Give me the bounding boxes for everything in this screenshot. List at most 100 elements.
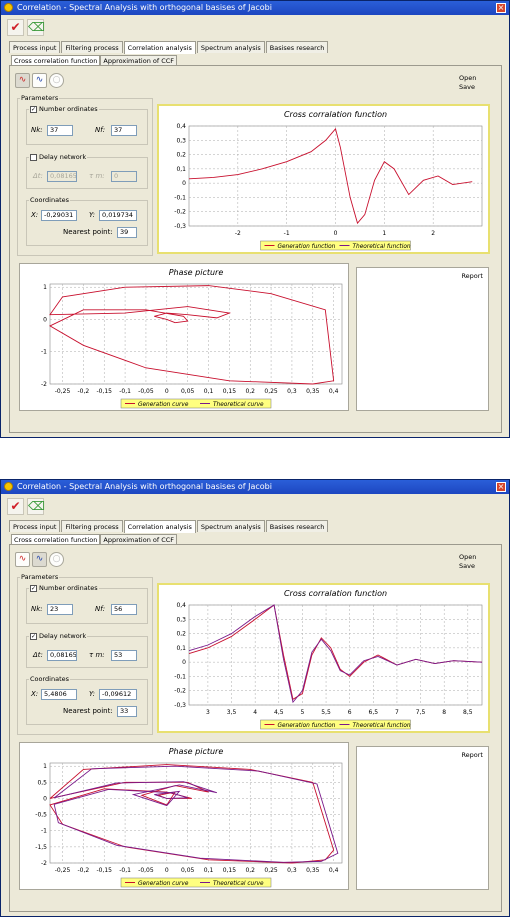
nk-label: Nk: [31,605,43,613]
report-panel: Report [356,746,489,890]
y-field[interactable]: 0,019734 [99,210,137,221]
x-tick-label: -0,25 [55,388,71,395]
parameters-caption: Parameters [20,573,60,581]
open-link[interactable]: Open [459,553,476,561]
theoretical-mode-button[interactable]: ∿ [32,73,47,88]
tab-basises-research[interactable]: Basises research [265,41,329,53]
close-button[interactable]: × [496,3,506,13]
y-tick-label: -1,5 [35,844,47,851]
x-tick-label: 0 [334,230,338,237]
x-field[interactable]: 5,4806 [41,689,77,700]
parameters-group: Parameters ✓ Number ordinates Nk: 23 Nf: … [17,573,153,735]
y-field[interactable]: -0,09612 [99,689,137,700]
plot-frame [188,604,483,706]
title-bar: Correlation - Spectral Analysis with ort… [1,1,509,15]
theoretical-mode-button[interactable]: ∿ [32,552,47,567]
tau-field[interactable]: 53 [111,650,137,661]
close-button[interactable]: × [496,482,506,492]
report-panel: Report [356,267,489,411]
tab-process-input[interactable]: Process input [9,520,61,532]
number-ordinates-label: Number ordinates [39,105,98,113]
report-label: Report [461,751,483,759]
nearest-point-label: Nearest point: [63,228,113,236]
window-title: Correlation - Spectral Analysis with ort… [17,482,272,491]
x-tick-label: 6,5 [369,709,379,716]
x-tick-label: -0,15 [96,867,112,874]
tab-correlation-analysis[interactable]: Correlation analysis [123,520,196,533]
x-field[interactable]: -0,29031 [41,210,77,221]
x-tick-label: 3,5 [227,709,237,716]
x-tick-label: 0,2 [245,388,255,395]
nk-field[interactable]: 23 [47,604,73,615]
save-link[interactable]: Save [459,562,475,570]
correlation-window-2: Correlation - Spectral Analysis with ort… [0,479,510,917]
plot-frame [49,283,343,385]
phase-picture-chart: Phase picture -0,25 -0,2 -0,15 -0,1 -0,05 0 0,0… [35,747,343,888]
tab-spectrum-analysis[interactable]: Spectrum analysis [196,41,265,53]
dt-field[interactable]: 0,08165 [47,171,77,182]
cross-correlation-chart-panel: Cross corralation function 3 3,5 4 4,5 5 5,5 6 6… [157,583,490,733]
main-tabs: Process input Filtering process Correlatio… [9,520,329,533]
nf-field[interactable]: 56 [111,604,137,615]
nf-label: Nf: [95,126,106,134]
nk-field[interactable]: 37 [47,125,73,136]
dt-field[interactable]: 0,08165 [47,650,77,661]
legend-label-1: Theoretical function [353,244,411,250]
x-tick-label: -1 [284,230,290,237]
x-tick-label: 8,5 [463,709,473,716]
number-ordinates-label: Number ordinates [39,584,98,592]
nearest-point-label: Nearest point: [63,707,113,715]
x-tick-label: -0,2 [78,388,90,395]
cross-correlation-chart: Cross corralation function -2 -1 0 1 2 0,4 0,3 0… [174,110,483,251]
x-tick-label: -0,15 [96,388,112,395]
phase-picture-chart: Phase picture -0,25 -0,2 -0,15 -0,1 -0,05 0 0,0… [41,268,343,409]
legend-label-0: Generation curve [138,402,189,408]
y-tick-label: -2 [41,860,47,867]
tau-label: τ m: [89,172,105,180]
tab-process-input[interactable]: Process input [9,41,61,53]
cross-correlation-chart: Cross corralation function 3 3,5 4 4,5 5 5,5 6 6… [174,589,483,730]
number-ordinates-checkbox[interactable]: ✓ [30,584,37,592]
nearest-point-field[interactable]: 33 [117,706,137,717]
tab-filtering-process[interactable]: Filtering process [61,520,123,532]
legend-label-1: Theoretical curve [213,881,264,887]
y-tick-label: 0,3 [176,616,186,623]
generation-mode-button[interactable]: ∿ [15,73,30,88]
nearest-point-field[interactable]: 39 [117,227,137,238]
app-icon [4,482,13,491]
y-tick-label: -1 [41,828,47,835]
tab-spectrum-analysis[interactable]: Spectrum analysis [196,520,265,532]
open-link[interactable]: Open [459,74,476,82]
generation-mode-button[interactable]: ∿ [15,552,30,567]
tab-basises-research[interactable]: Basises research [265,520,329,532]
y-tick-label: 0,1 [176,166,186,173]
disabled-mode-button[interactable]: ○ [49,73,64,88]
ok-button[interactable]: ✔ [7,19,24,36]
number-ordinates-group: ✓ Number ordinates Nk: 37 Nf: 37 [26,105,148,145]
clear-button[interactable]: ⌫ [27,498,45,515]
nf-field[interactable]: 37 [111,125,137,136]
delay-network-checkbox[interactable]: ✓ [30,632,37,640]
x-tick-label: 7 [395,709,399,716]
eraser-icon: ⌫ [28,499,45,513]
window-title: Correlation - Spectral Analysis with ort… [17,3,272,12]
clear-button[interactable]: ⌫ [27,19,45,36]
number-ordinates-checkbox[interactable]: ✓ [30,105,37,113]
delay-network-group: Delay network Δt: 0,08165 τ m: 0 [26,153,148,189]
disabled-mode-button[interactable]: ○ [49,552,64,567]
chart-title: Cross corralation function [284,589,387,598]
tau-label: τ m: [89,651,105,659]
wave-icon: ∿ [18,554,27,564]
x-label: X: [31,211,39,219]
y-tick-label: 0,2 [176,631,186,638]
tab-correlation-analysis[interactable]: Correlation analysis [123,41,196,54]
x-tick-label: 7,5 [416,709,426,716]
x-label: X: [31,690,39,698]
save-link[interactable]: Save [459,83,475,91]
x-tick-label: 0,35 [306,388,320,395]
tab-filtering-process[interactable]: Filtering process [61,41,123,53]
ok-button[interactable]: ✔ [7,498,24,515]
tau-field[interactable]: 0 [111,171,137,182]
delay-network-checkbox[interactable] [30,153,37,161]
x-tick-label: -2 [235,230,241,237]
